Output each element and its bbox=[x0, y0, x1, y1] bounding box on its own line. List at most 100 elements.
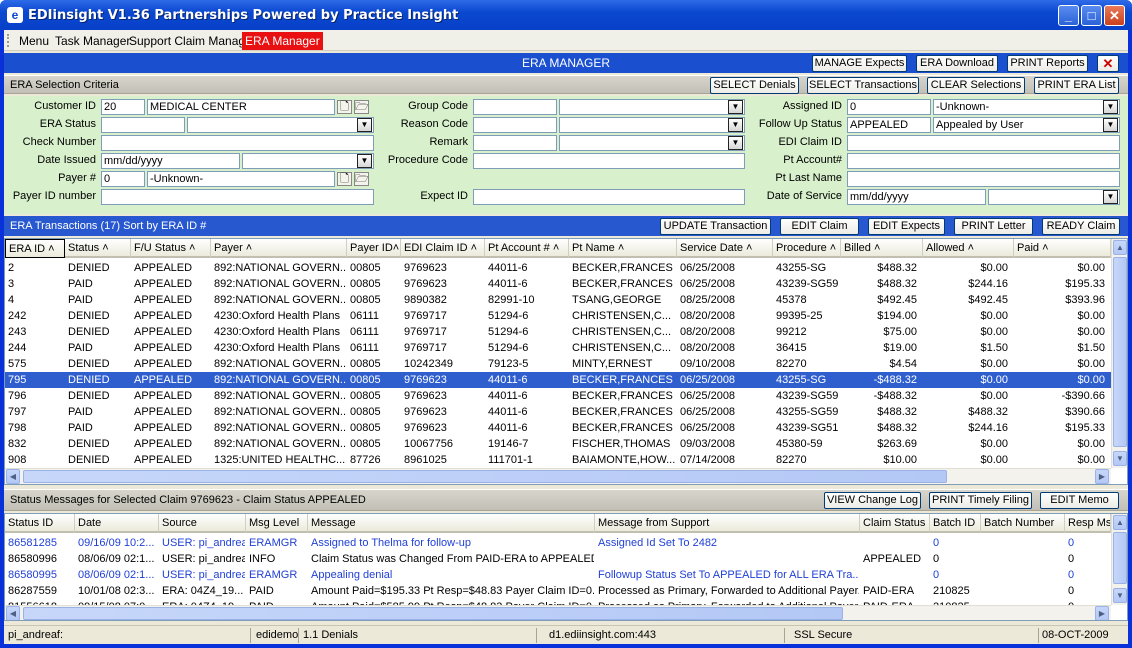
edi-claim-id-field[interactable] bbox=[847, 135, 1120, 151]
scroll-up-icon[interactable]: ▲ bbox=[1113, 240, 1127, 255]
clear-selections-button[interactable]: CLEAR Selections bbox=[927, 77, 1025, 94]
message-column-header-6[interactable]: Claim Status bbox=[860, 514, 930, 533]
assigned-id-field[interactable]: 0 bbox=[847, 99, 931, 115]
column-header-11[interactable]: Allowed ˄ bbox=[923, 239, 1014, 258]
date-issued-dropdown-icon[interactable]: ▼ bbox=[357, 154, 372, 168]
messages-horizontal-scrollbar[interactable]: ◀ ▶ bbox=[5, 605, 1111, 620]
manage-expects-button[interactable]: MANAGE Expects bbox=[812, 55, 907, 72]
payer-num-field[interactable]: 0 bbox=[101, 171, 145, 187]
date-of-service-range-select[interactable] bbox=[988, 189, 1120, 205]
date-issued-range-select[interactable] bbox=[242, 153, 374, 169]
ready-claim-button[interactable]: READY Claim bbox=[1042, 218, 1120, 235]
title-bar[interactable]: e EDIinsight V1.36 Partnerships Powered … bbox=[0, 0, 1132, 30]
menu-item-support-claim-manager[interactable]: Support Claim Manager bbox=[126, 33, 259, 49]
table-row[interactable]: 832 DENIED APPEALED 892:NATIONAL GOVERN... 0… bbox=[5, 436, 1111, 452]
era-status-dropdown-icon[interactable]: ▼ bbox=[357, 118, 372, 132]
follow-up-status-field[interactable]: APPEALED bbox=[847, 117, 931, 133]
era-status-code-field[interactable] bbox=[101, 117, 185, 133]
table-row[interactable]: 243 DENIED APPEALED 4230:Oxford Health Plan… bbox=[5, 324, 1111, 340]
messages-vertical-scrollbar[interactable]: ▲ ▼ bbox=[1111, 514, 1127, 605]
new-document-icon[interactable]: 🗋 bbox=[337, 100, 352, 114]
remark-dropdown-icon[interactable]: ▼ bbox=[728, 136, 743, 150]
scroll-thumb[interactable] bbox=[23, 470, 947, 483]
era-download-button[interactable]: ERA Download bbox=[916, 55, 998, 72]
menu-item-task-manager[interactable]: Task Manager bbox=[52, 33, 133, 49]
procedure-code-field[interactable] bbox=[473, 153, 745, 169]
new-document-icon[interactable]: 🗋 bbox=[337, 172, 352, 186]
column-header-3[interactable]: Payer ˄ bbox=[211, 239, 347, 258]
open-folder-icon[interactable]: 🗁 bbox=[354, 172, 369, 186]
print-era-list-button[interactable]: PRINT ERA List bbox=[1034, 77, 1119, 94]
message-row[interactable]: 86580995 08/06/09 02:1... USER: pi_andreaf… bbox=[5, 567, 1111, 583]
scroll-down-icon[interactable]: ▼ bbox=[1113, 588, 1127, 603]
expect-id-field[interactable] bbox=[473, 189, 745, 205]
table-row[interactable]: 2 DENIED APPEALED 892:NATIONAL GOVERN... 008… bbox=[5, 260, 1111, 276]
column-header-8[interactable]: Service Date ˄ bbox=[677, 239, 773, 258]
maximize-button[interactable]: □ bbox=[1081, 5, 1102, 26]
open-folder-icon[interactable]: 🗁 bbox=[354, 100, 369, 114]
scroll-thumb[interactable] bbox=[23, 607, 843, 620]
table-row[interactable]: 798 PAID APPEALED 892:NATIONAL GOVERN... 008… bbox=[5, 420, 1111, 436]
scroll-up-icon[interactable]: ▲ bbox=[1113, 515, 1127, 530]
select-denials-button[interactable]: SELECT Denials bbox=[710, 77, 799, 94]
column-header-9[interactable]: Procedure ˄ bbox=[773, 239, 841, 258]
remark-field[interactable] bbox=[473, 135, 557, 151]
print-letter-button[interactable]: PRINT Letter bbox=[954, 218, 1033, 235]
customer-name-field[interactable]: MEDICAL CENTER bbox=[147, 99, 335, 115]
print-timely-filing-button[interactable]: PRINT Timely Filing bbox=[929, 492, 1032, 509]
date-of-service-dropdown-icon[interactable]: ▼ bbox=[1103, 190, 1118, 204]
pt-account-field[interactable] bbox=[847, 153, 1120, 169]
message-column-header-9[interactable]: Resp Ms bbox=[1065, 514, 1111, 533]
message-row[interactable]: 86287559 10/01/08 02:3... ERA: 04Z4_19... P… bbox=[5, 583, 1111, 599]
table-row[interactable]: 797 PAID APPEALED 892:NATIONAL GOVERN... 008… bbox=[5, 404, 1111, 420]
scroll-left-icon[interactable]: ◀ bbox=[6, 469, 20, 484]
scroll-right-icon[interactable]: ▶ bbox=[1095, 469, 1109, 484]
group-code-dropdown-icon[interactable]: ▼ bbox=[728, 100, 743, 114]
scroll-left-icon[interactable]: ◀ bbox=[6, 606, 20, 620]
table-row[interactable]: 575 DENIED APPEALED 892:NATIONAL GOVERN... 0… bbox=[5, 356, 1111, 372]
pt-last-name-field[interactable] bbox=[847, 171, 1120, 187]
reason-code-select[interactable] bbox=[559, 117, 745, 133]
message-row[interactable]: 86580996 08/06/09 02:1... USER: pi_andreaf… bbox=[5, 551, 1111, 567]
era-status-select[interactable] bbox=[187, 117, 374, 133]
payer-id-number-field[interactable] bbox=[101, 189, 374, 205]
edit-claim-button[interactable]: EDIT Claim bbox=[780, 218, 859, 235]
edit-expects-button[interactable]: EDIT Expects bbox=[868, 218, 945, 235]
edit-memo-button[interactable]: EDIT Memo bbox=[1040, 492, 1119, 509]
column-header-0[interactable]: ERA ID ˄ bbox=[5, 239, 65, 258]
scroll-thumb[interactable] bbox=[1113, 532, 1127, 584]
message-column-header-1[interactable]: Date bbox=[75, 514, 159, 533]
table-row[interactable]: 795 DENIED APPEALED 892:NATIONAL GOVERN... 0… bbox=[5, 372, 1111, 388]
table-row[interactable]: 242 DENIED APPEALED 4230:Oxford Health Plan… bbox=[5, 308, 1111, 324]
column-header-4[interactable]: Payer ID˄ bbox=[347, 239, 401, 258]
message-column-header-7[interactable]: Batch ID bbox=[930, 514, 981, 533]
table-row[interactable]: 908 DENIED APPEALED 1325:UNITED HEALTHC... 8… bbox=[5, 452, 1111, 468]
reason-code-field[interactable] bbox=[473, 117, 557, 133]
message-column-header-3[interactable]: Msg Level bbox=[246, 514, 308, 533]
column-header-6[interactable]: Pt Account # ˄ bbox=[485, 239, 569, 258]
minimize-button[interactable]: _ bbox=[1058, 5, 1079, 26]
update-transaction-button[interactable]: UPDATE Transaction bbox=[660, 218, 771, 235]
table-row[interactable]: 796 DENIED APPEALED 892:NATIONAL GOVERN... 0… bbox=[5, 388, 1111, 404]
column-header-1[interactable]: Status ˄ bbox=[65, 239, 131, 258]
close-window-button[interactable]: ✕ bbox=[1104, 5, 1125, 26]
table-row[interactable]: 3 PAID APPEALED 892:NATIONAL GOVERN... 00805… bbox=[5, 276, 1111, 292]
scroll-right-icon[interactable]: ▶ bbox=[1095, 606, 1109, 620]
view-change-log-button[interactable]: VIEW Change Log bbox=[824, 492, 921, 509]
close-era-manager-button[interactable]: ✕ bbox=[1097, 55, 1119, 72]
message-column-header-8[interactable]: Batch Number bbox=[981, 514, 1065, 533]
select-transactions-button[interactable]: SELECT Transactions bbox=[807, 77, 919, 94]
check-number-field[interactable] bbox=[101, 135, 374, 151]
date-of-service-field[interactable]: mm/dd/yyyy bbox=[847, 189, 986, 205]
group-code-field[interactable] bbox=[473, 99, 557, 115]
payer-name-field[interactable]: -Unknown- bbox=[147, 171, 335, 187]
column-header-12[interactable]: Paid ˄ bbox=[1014, 239, 1111, 258]
customer-id-field[interactable]: 20 bbox=[101, 99, 145, 115]
assigned-dropdown-icon[interactable]: ▼ bbox=[1103, 100, 1118, 114]
table-row[interactable]: 4 PAID APPEALED 892:NATIONAL GOVERN... 00805… bbox=[5, 292, 1111, 308]
assigned-name-select[interactable]: -Unknown- bbox=[933, 99, 1120, 115]
date-issued-field[interactable]: mm/dd/yyyy bbox=[101, 153, 240, 169]
column-header-5[interactable]: EDI Claim ID ˄ bbox=[401, 239, 485, 258]
remark-select[interactable] bbox=[559, 135, 745, 151]
column-header-2[interactable]: F/U Status ˄ bbox=[131, 239, 211, 258]
